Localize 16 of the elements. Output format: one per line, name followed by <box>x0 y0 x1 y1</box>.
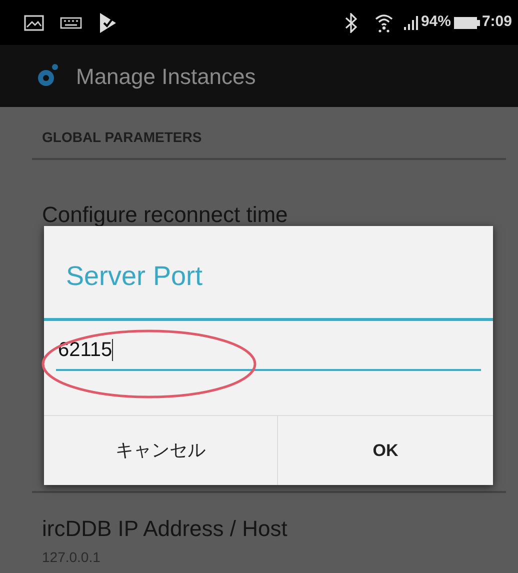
ok-button[interactable]: OK <box>278 416 493 485</box>
input-field[interactable]: 62115 <box>56 335 481 371</box>
section-header: GLOBAL PARAMETERS <box>42 128 203 147</box>
signal-icon <box>402 14 419 30</box>
app-title: Manage Instances <box>76 62 256 91</box>
cancel-button[interactable]: キャンセル <box>44 416 278 485</box>
clock: 7:09 <box>482 12 512 32</box>
battery-icon <box>454 16 480 30</box>
bluetooth-icon <box>344 12 357 32</box>
keyboard-icon <box>60 16 82 28</box>
checkmark-icon <box>98 12 118 34</box>
wifi-icon <box>374 12 393 32</box>
input-value: 62115 <box>58 338 112 363</box>
dialog-title: Server Port <box>65 260 204 293</box>
battery-percent: 94% <box>420 12 451 32</box>
image-icon <box>24 14 44 30</box>
